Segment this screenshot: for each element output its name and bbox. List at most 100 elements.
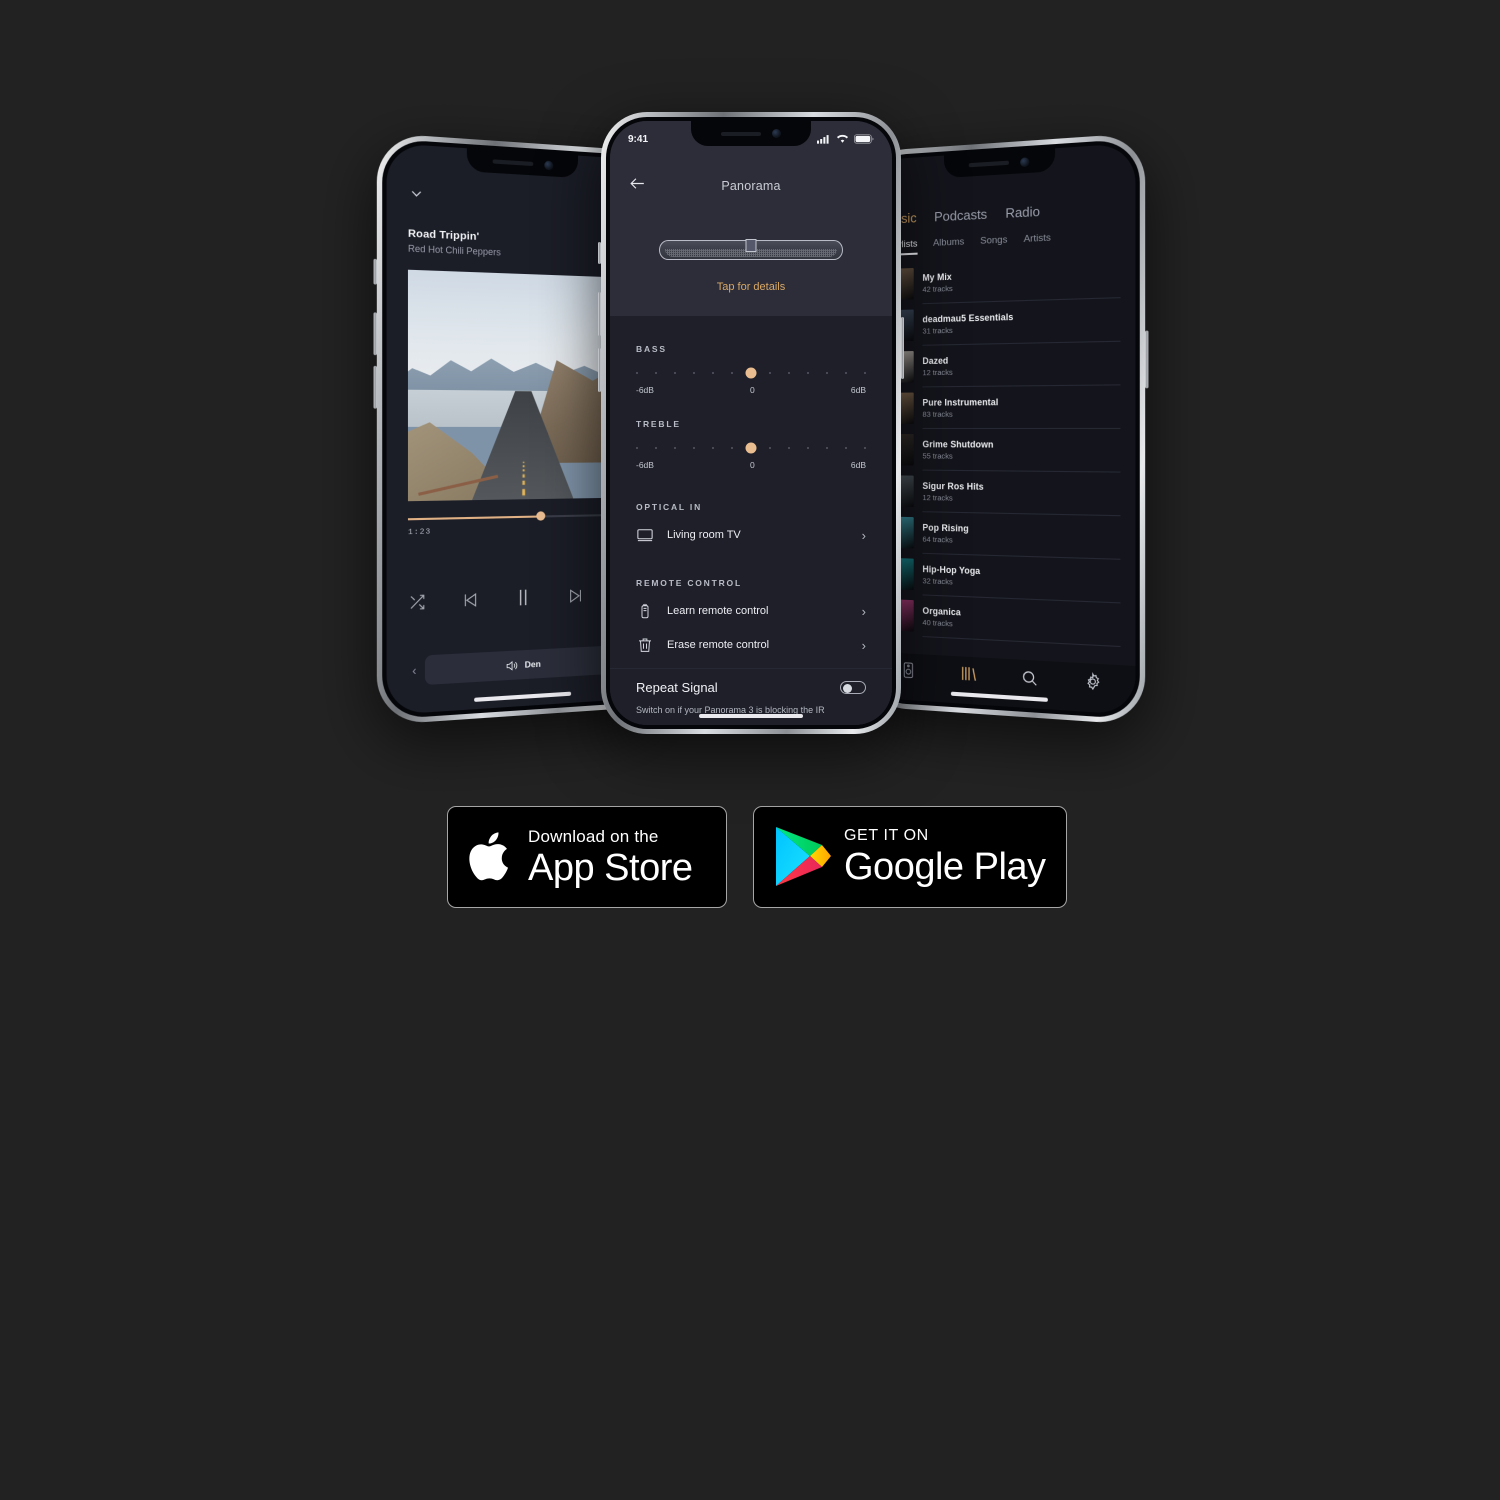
treble-scale: -6dB 0 6dB — [636, 460, 866, 470]
earpiece-speaker — [492, 159, 534, 167]
bass-value: 0 — [750, 385, 755, 395]
library-books-icon[interactable] — [959, 663, 978, 689]
sub-tab-songs[interactable]: Songs — [980, 234, 1007, 252]
playlist-row[interactable]: Sigur Ros Hits 12 tracks — [871, 470, 1136, 517]
sub-tab-artists[interactable]: Artists — [1024, 232, 1051, 250]
volume-down-button[interactable] — [373, 365, 377, 409]
pause-icon[interactable] — [513, 586, 533, 612]
chevron-left-icon[interactable]: ‹ — [408, 663, 421, 679]
wifi-icon — [836, 134, 849, 143]
chevron-right-icon: › — [861, 527, 866, 543]
treble-label: TREBLE — [636, 419, 681, 429]
signal-bars-icon — [817, 135, 829, 144]
phone-center: 9:41 Panorama Tap for details BASS -6dB … — [598, 112, 904, 734]
optical-in-section: OPTICAL IN — [610, 470, 892, 512]
library-sub-tabs: PlaylistsAlbumsSongsArtists — [884, 232, 1051, 256]
volume-down-button[interactable] — [598, 348, 601, 392]
tv-icon — [637, 529, 653, 542]
erase-remote-control-item[interactable]: Erase remote control › — [610, 628, 892, 662]
promo-composition: Road Trippin' Red Hot Chili Peppers 1:23 — [0, 0, 1500, 1500]
earpiece-speaker — [968, 160, 1009, 168]
optical-in-item[interactable]: Living room TV › — [610, 518, 892, 552]
playlist-name: Sigur Ros Hits — [922, 480, 984, 492]
playlist-row[interactable]: Pure Instrumental 83 tracks — [871, 385, 1136, 429]
learn-remote-control-item[interactable]: Learn remote control › — [610, 594, 892, 628]
phone-center-bezel: 9:41 Panorama Tap for details BASS -6dB … — [606, 117, 896, 729]
sub-tab-albums[interactable]: Albums — [933, 236, 964, 254]
treble-slider[interactable] — [636, 441, 866, 455]
arrow-left-icon[interactable] — [628, 174, 647, 198]
volume-up-button[interactable] — [598, 292, 601, 336]
battery-icon — [854, 134, 874, 144]
speaker-device-icon[interactable] — [900, 661, 916, 684]
playlist-name: Grime Shutdown — [922, 438, 994, 450]
skip-back-icon[interactable] — [461, 590, 479, 611]
bass-control: BASS -6dB 0 6dB — [610, 316, 892, 395]
playlist-track-count: 12 tracks — [922, 367, 953, 377]
playlist-meta: Dazed 12 tracks — [922, 341, 1121, 388]
notch-left — [466, 148, 579, 179]
app-store-small-text: Download on the — [528, 826, 659, 846]
power-button[interactable] — [901, 317, 904, 379]
treble-knob[interactable] — [745, 442, 757, 454]
bass-label: BASS — [636, 344, 667, 354]
playlist-meta: My Mix 42 tracks — [922, 254, 1121, 305]
device-name: Den — [524, 658, 541, 670]
top-tab-radio[interactable]: Radio — [1005, 204, 1040, 221]
home-indicator — [699, 714, 803, 718]
playlist-list: My Mix 42 tracks deadmau5 Essentials 31 tra… — [871, 254, 1136, 648]
volume-up-button[interactable] — [373, 312, 377, 356]
bass-slider[interactable] — [636, 366, 866, 380]
phone-right: MusicPodcastsRadio PlaylistsAlbumsSongsA… — [862, 132, 1149, 726]
gear-icon[interactable] — [1083, 671, 1102, 696]
bass-scale: -6dB 0 6dB — [636, 385, 866, 395]
google-play-triangle-icon — [776, 827, 831, 886]
playlist-row[interactable]: Organica 40 tracks — [871, 593, 1136, 648]
page-title: Panorama — [721, 179, 781, 193]
front-camera-icon — [1020, 156, 1030, 167]
remote-control-label: REMOTE CONTROL — [636, 578, 742, 588]
playlist-row[interactable]: Dazed 12 tracks — [871, 341, 1136, 388]
treble-control: TREBLE -6dB 0 6dB — [610, 395, 892, 470]
soundbar-illustration[interactable] — [659, 239, 843, 260]
progress-slider[interactable] — [407, 511, 633, 521]
search-icon[interactable] — [1020, 667, 1038, 692]
app-store-badge[interactable]: Download on the App Store — [447, 806, 727, 908]
playlist-row[interactable]: deadmau5 Essentials 31 tracks — [871, 298, 1136, 347]
tap-for-details-link[interactable]: Tap for details — [610, 281, 892, 293]
playlist-meta: Sigur Ros Hits 12 tracks — [922, 470, 1121, 517]
current-device-pill[interactable]: Den — [424, 645, 618, 685]
status-time: 9:41 — [628, 133, 649, 145]
google-play-small-text: GET IT ON — [844, 827, 929, 844]
chevron-down-icon[interactable] — [408, 185, 425, 203]
mute-switch[interactable] — [598, 242, 601, 264]
top-tab-podcasts[interactable]: Podcasts — [934, 206, 987, 224]
learn-remote-label: Learn remote control — [667, 605, 769, 617]
front-camera-icon — [772, 129, 781, 138]
bass-min: -6dB — [636, 385, 654, 395]
google-play-text: GET IT ON Google Play — [844, 827, 1046, 887]
bass-knob[interactable] — [745, 367, 757, 379]
mute-switch[interactable] — [373, 258, 377, 285]
treble-min: -6dB — [636, 460, 654, 470]
track-title: Road Trippin' — [407, 227, 480, 244]
power-button[interactable] — [1145, 330, 1149, 389]
shuffle-icon[interactable] — [408, 592, 426, 613]
playlist-track-count: 12 tracks — [922, 492, 953, 503]
playlist-row[interactable]: Grime Shutdown 55 tracks — [871, 429, 1136, 473]
app-store-big-text: App Store — [528, 846, 693, 889]
google-play-badge[interactable]: GET IT ON Google Play — [753, 806, 1067, 908]
optical-in-item-label: Living room TV — [667, 529, 741, 541]
panorama-settings-screen: 9:41 Panorama Tap for details BASS -6dB … — [610, 121, 892, 725]
remote-control-icon — [641, 603, 649, 619]
bottom-tab-bar — [870, 651, 1136, 716]
album-artwork — [407, 269, 629, 502]
chevron-right-icon: › — [861, 603, 866, 619]
apple-logo-icon — [469, 832, 508, 881]
elapsed-time: 1:23 — [407, 528, 432, 538]
skip-forward-icon[interactable] — [567, 586, 584, 606]
playlist-meta: deadmau5 Essentials 31 tracks — [922, 298, 1121, 346]
repeat-signal-toggle[interactable] — [840, 680, 866, 694]
status-indicators — [817, 134, 874, 144]
treble-max: 6dB — [850, 460, 866, 470]
